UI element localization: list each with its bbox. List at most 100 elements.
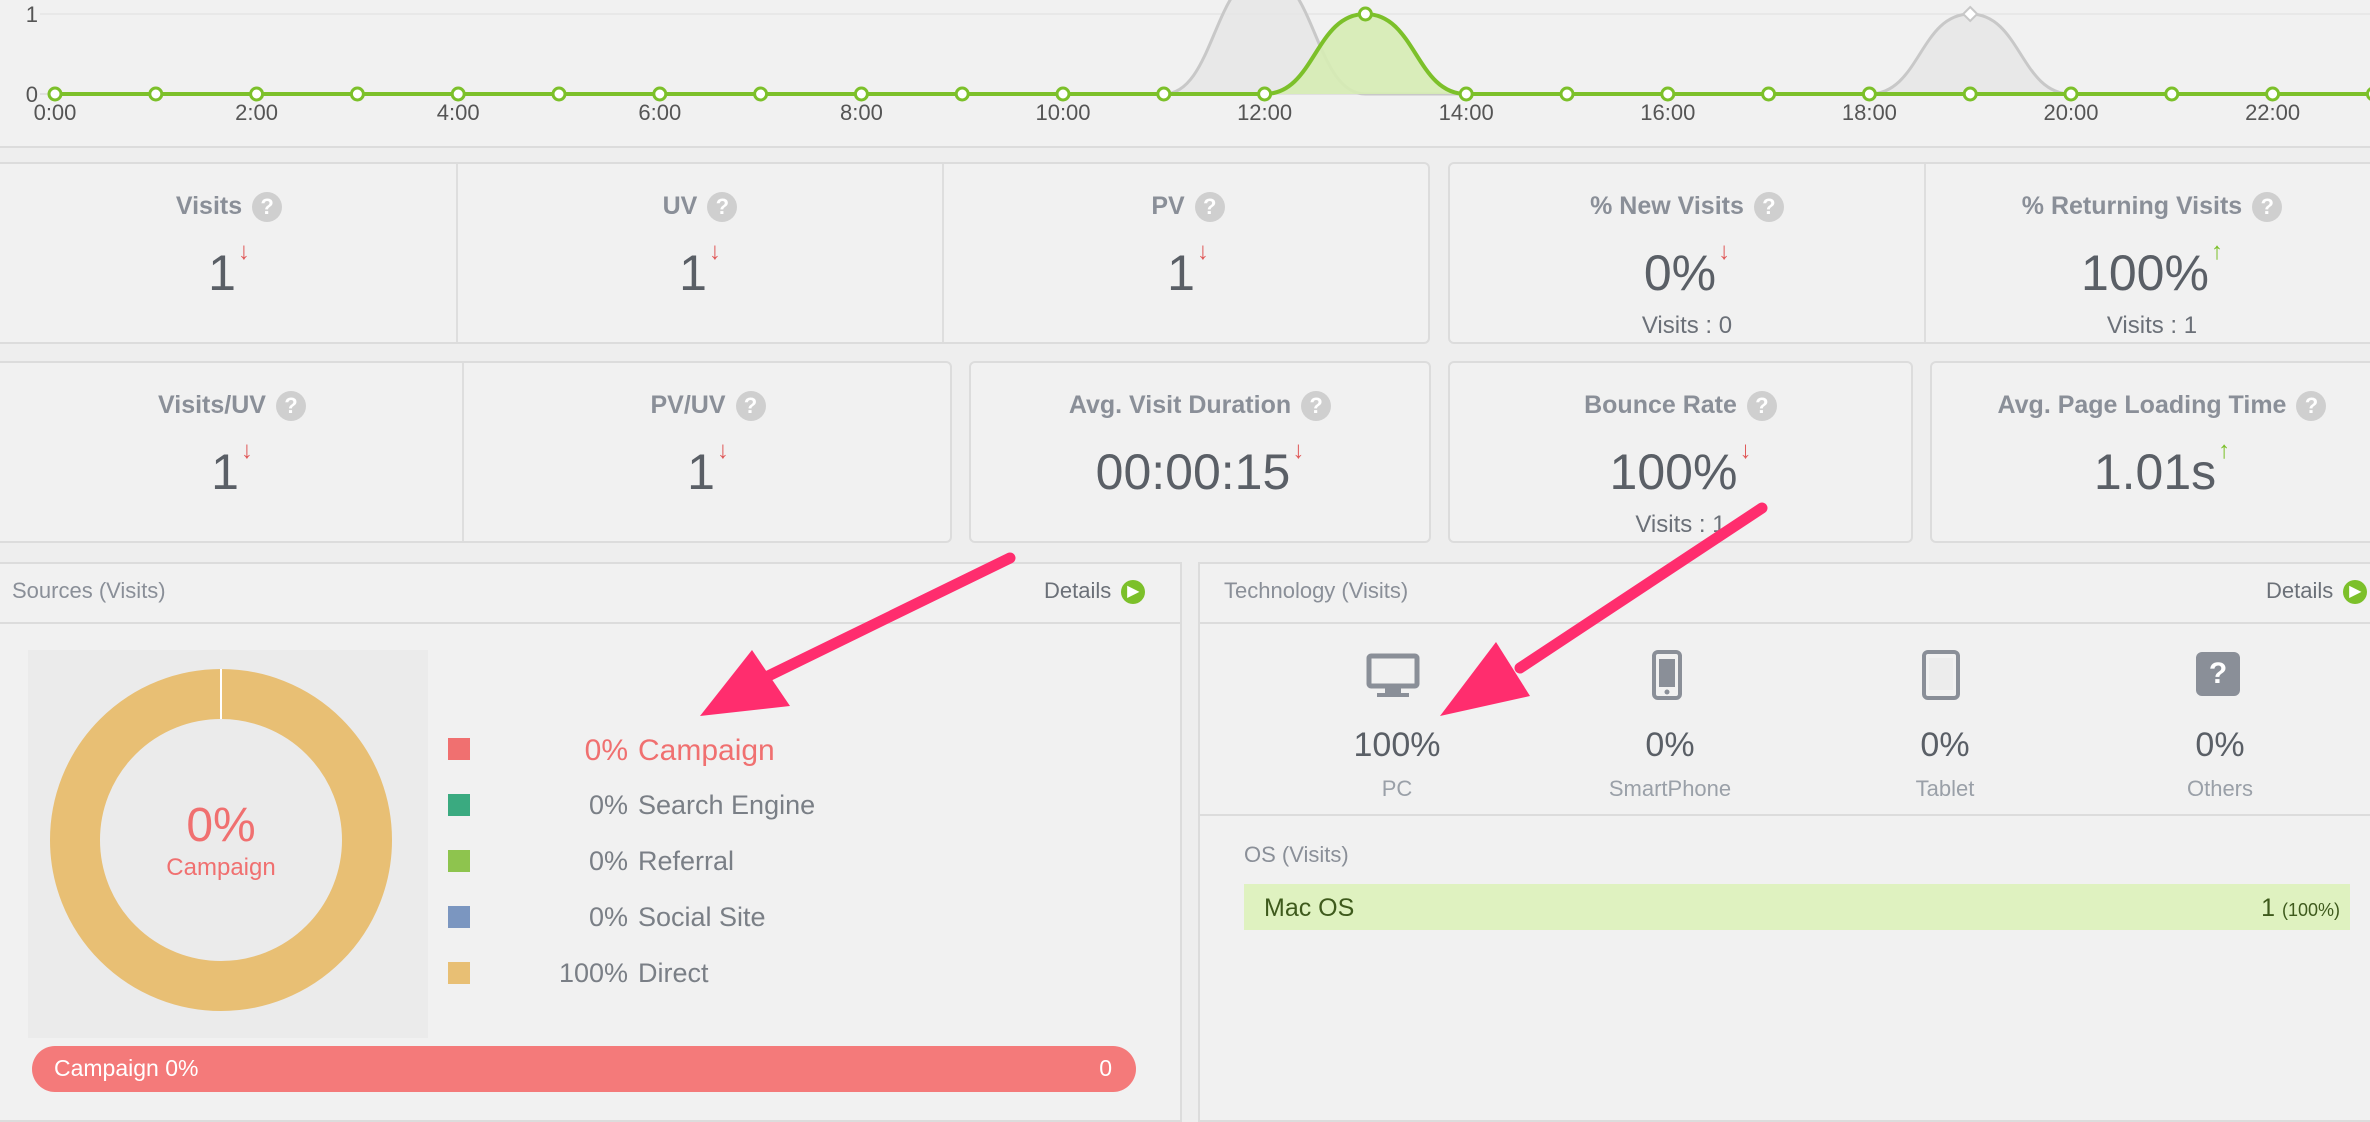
technology-title: Technology (Visits) xyxy=(1224,578,1409,603)
help-icon[interactable]: ? xyxy=(735,391,766,422)
trend-down-icon: ↓ xyxy=(716,437,729,464)
technology-panel: Technology (Visits) Details ▶ OS (Visits)… xyxy=(1198,562,2370,1122)
device-label: PC xyxy=(1381,776,1413,801)
help-icon[interactable]: ? xyxy=(1746,391,1777,422)
current-series-point xyxy=(1861,86,1877,102)
current-series-point xyxy=(1458,86,1474,102)
campaign-bar[interactable]: Campaign 0% 0 xyxy=(32,1046,1136,1092)
stat-value: 0% xyxy=(1643,245,1717,301)
stat-value: 1.01s xyxy=(2093,444,2217,500)
stat-visits-per-uv: Visits/UV? 1↓ xyxy=(2,363,462,541)
legend-pct: 0% xyxy=(584,734,628,767)
help-icon[interactable]: ? xyxy=(1301,391,1332,422)
legend-swatch xyxy=(448,962,470,984)
current-series-point xyxy=(249,86,265,102)
help-icon[interactable]: ? xyxy=(1753,192,1784,223)
legend-pct: 0% xyxy=(588,790,628,820)
stat-value: 1 xyxy=(679,245,707,301)
technology-details-link[interactable]: Details ▶ xyxy=(2266,578,2368,605)
device-label: SmartPhone xyxy=(1608,776,1732,801)
smartphone-icon xyxy=(1652,650,1682,700)
stats-panel-left-row2: Visits/UV? 1↓ PV/UV? 1↓ xyxy=(0,361,952,543)
current-series-point xyxy=(652,86,668,102)
divider xyxy=(1200,814,2370,816)
help-icon[interactable]: ? xyxy=(275,391,306,422)
stat-title: % Returning Visits xyxy=(2021,192,2243,220)
stat-title: Visits/UV xyxy=(158,391,266,419)
os-row-fill xyxy=(1244,884,2350,930)
current-series-point xyxy=(2265,86,2281,102)
divider xyxy=(0,622,1180,624)
campaign-bar-label: Campaign 0% xyxy=(54,1055,199,1081)
legend-name: Search Engine xyxy=(638,790,816,820)
stat-new-visits: % New Visits? 0%↓ Visits : 0 xyxy=(1450,164,1924,342)
legend-swatch xyxy=(448,850,470,872)
stat-sub: Visits : 1 xyxy=(2106,312,2198,339)
help-icon[interactable]: ? xyxy=(2296,391,2327,422)
os-pct: (100%) xyxy=(2281,900,2340,920)
stats-panel-loading: Avg. Page Loading Time? 1.01s↑ xyxy=(1930,361,2370,543)
trend-up-icon: ↑ xyxy=(2210,238,2223,265)
legend-swatch xyxy=(448,794,470,816)
x-tick-label: 20:00 xyxy=(2043,100,2098,125)
x-tick-label: 18:00 xyxy=(1842,100,1897,125)
stat-value: 00:00:15 xyxy=(1095,444,1291,500)
stat-title: Avg. Visit Duration xyxy=(1068,391,1292,419)
y-tick-label: 1 xyxy=(26,2,38,27)
device-label: Others xyxy=(2186,776,2254,801)
os-row[interactable]: Mac OS 1 (100%) xyxy=(1244,884,2350,930)
stats-panel-left-row1: Visits? 1↓ UV? 1↓ PV? 1↓ xyxy=(0,162,1430,344)
current-series-point xyxy=(349,86,365,102)
stat-returning-visits: % Returning Visits? 100%↑ Visits : 1 xyxy=(1926,164,2370,342)
current-series-point xyxy=(1761,86,1777,102)
legend-swatch xyxy=(448,738,470,760)
sources-details-link[interactable]: Details ▶ xyxy=(1044,578,1146,605)
details-label: Details xyxy=(1044,578,1112,603)
current-series-point xyxy=(551,86,567,102)
help-icon[interactable]: ? xyxy=(2252,192,2283,223)
stat-value: 1 xyxy=(1167,245,1195,301)
current-series-point xyxy=(753,86,769,102)
tablet-icon xyxy=(1922,650,1960,700)
trend-up-icon: ↑ xyxy=(2218,437,2231,464)
arrow-right-icon: ▶ xyxy=(2343,580,2368,605)
stat-title: UV xyxy=(662,192,698,220)
stat-value: 1 xyxy=(211,444,239,500)
help-icon[interactable]: ? xyxy=(252,192,283,223)
donut-area: 0% Campaign xyxy=(28,650,428,1038)
os-name: Mac OS xyxy=(1264,894,1355,922)
stats-panel-bounce: Bounce Rate? 100%↓ Visits : 1 xyxy=(1448,361,1913,543)
details-label: Details xyxy=(2266,578,2334,603)
x-tick-label: 10:00 xyxy=(1035,100,1090,125)
current-series-point xyxy=(2063,86,2079,102)
current-series-point xyxy=(1660,86,1676,102)
legend-pct: 0% xyxy=(588,846,628,876)
stat-value: 1 xyxy=(687,444,715,500)
x-tick-label: 6:00 xyxy=(638,100,681,125)
stat-visits: Visits? 1↓ xyxy=(2,164,456,342)
help-icon[interactable]: ? xyxy=(1194,192,1225,223)
stat-title: PV/UV xyxy=(650,391,726,419)
legend-name: Referral xyxy=(638,846,735,876)
stat-bounce-rate: Bounce Rate? 100%↓ Visits : 1 xyxy=(1450,363,1911,541)
stat-title: % New Visits xyxy=(1590,192,1744,220)
current-series-point xyxy=(954,86,970,102)
current-series-point xyxy=(450,86,466,102)
stat-avg-page-loading-time: Avg. Page Loading Time? 1.01s↑ xyxy=(1932,363,2370,541)
stat-uv: UV? 1↓ xyxy=(458,164,942,342)
stat-pv: PV? 1↓ xyxy=(944,164,1432,342)
trend-down-icon: ↓ xyxy=(1196,238,1209,265)
help-icon[interactable]: ? xyxy=(707,192,738,223)
stat-title: PV xyxy=(1151,192,1185,220)
x-tick-label: 22:00 xyxy=(2245,100,2300,125)
current-series-point xyxy=(1156,86,1172,102)
trend-down-icon: ↓ xyxy=(708,238,721,265)
stat-value: 100% xyxy=(1609,444,1738,500)
trend-down-icon: ↓ xyxy=(1718,238,1731,265)
current-series-point xyxy=(47,86,63,102)
arrow-right-icon: ▶ xyxy=(1121,580,1146,605)
campaign-bar-value: 0 xyxy=(1099,1055,1112,1081)
divider xyxy=(1200,622,2370,624)
device-value: 100% xyxy=(1353,726,1441,764)
donut-label: Campaign xyxy=(166,854,276,881)
